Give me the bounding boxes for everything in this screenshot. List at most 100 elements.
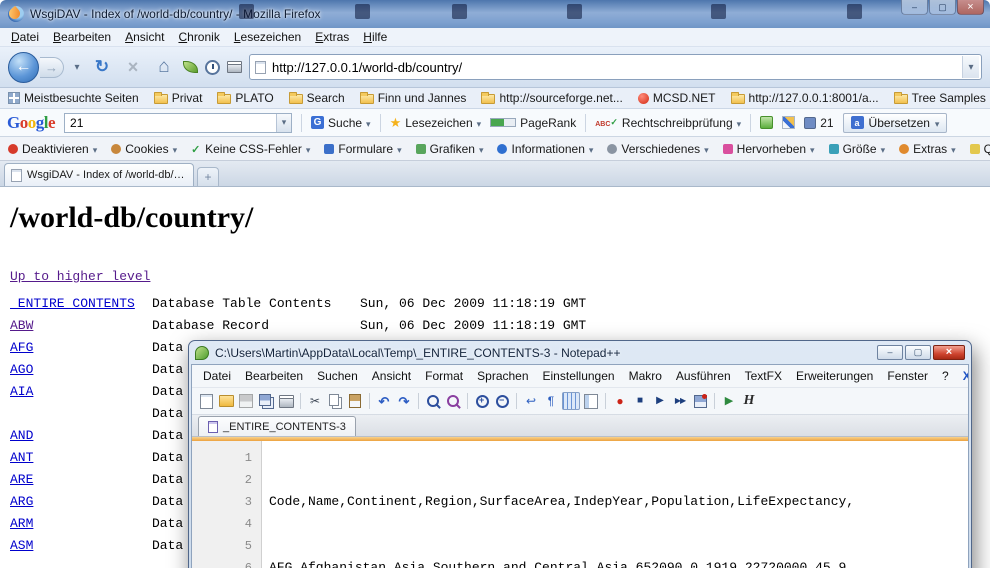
maximize-button[interactable]: [905, 345, 931, 360]
menu-chronik[interactable]: Chronik: [171, 29, 226, 45]
highlight-term-button[interactable]: 21: [804, 116, 833, 130]
play-macro-icon[interactable]: [651, 392, 669, 410]
entry-link[interactable]: AGO: [10, 362, 33, 377]
print-icon[interactable]: [227, 64, 242, 73]
home-button[interactable]: [152, 55, 176, 79]
notepadpp-window[interactable]: C:\Users\Martin\AppData\Local\Temp\_ENTI…: [188, 340, 972, 568]
new-tab-button[interactable]: [197, 167, 219, 186]
menu-hilfe[interactable]: Hilfe: [356, 29, 394, 45]
np-menu-einstellungen[interactable]: Einstellungen: [536, 367, 622, 385]
print-icon[interactable]: [277, 392, 295, 410]
maximize-button[interactable]: [929, 0, 956, 15]
zoom-out-icon[interactable]: [493, 392, 511, 410]
google-search-input[interactable]: [65, 116, 276, 130]
tab-wsgidav[interactable]: WsgiDAV - Index of /world-db/count...: [4, 163, 194, 186]
entry-link[interactable]: ARE: [10, 472, 33, 487]
entry-link[interactable]: ABW: [10, 318, 33, 333]
np-menu-fenster[interactable]: Fenster: [880, 367, 935, 385]
np-menu-datei[interactable]: Datei: [196, 367, 238, 385]
stop-macro-icon[interactable]: [631, 392, 649, 410]
forward-button[interactable]: [40, 57, 64, 78]
bookmark-tree-samples[interactable]: Tree Samples: [894, 91, 986, 105]
entry-link[interactable]: ANT: [10, 450, 33, 465]
firefox-titlebar[interactable]: WsgiDAV - Index of /world-db/country/ - …: [0, 0, 990, 28]
indent-guide-icon[interactable]: [562, 392, 580, 410]
cut-icon[interactable]: [306, 392, 324, 410]
urlbar-dropdown-button[interactable]: [962, 56, 979, 78]
np-menu-bearbeiten[interactable]: Bearbeiten: [238, 367, 310, 385]
zoom-in-icon[interactable]: [473, 392, 491, 410]
np-menu-ausfuehren[interactable]: Ausführen: [669, 367, 738, 385]
textfx-icon[interactable]: [740, 392, 758, 410]
np-menu-suchen[interactable]: Suchen: [310, 367, 365, 385]
redo-icon[interactable]: [395, 392, 413, 410]
bookmark-most-visited[interactable]: Meistbesuchte Seiten: [8, 91, 139, 105]
np-menu-close-x[interactable]: X: [956, 367, 969, 385]
webdev-cookies[interactable]: Cookies: [111, 142, 177, 156]
pagerank-button[interactable]: PageRank: [490, 116, 576, 130]
np-menu-textfx[interactable]: TextFX: [738, 367, 789, 385]
close-button[interactable]: [933, 345, 965, 360]
find-icon[interactable]: [424, 392, 442, 410]
history-clock-icon[interactable]: [205, 60, 220, 75]
google-search-box[interactable]: [64, 113, 292, 133]
stop-button[interactable]: [121, 55, 145, 79]
webdev-resize[interactable]: Größe: [829, 142, 886, 156]
run-icon[interactable]: [720, 392, 738, 410]
document-map-icon[interactable]: [582, 392, 600, 410]
entry-link[interactable]: ARM: [10, 516, 33, 531]
menu-lesezeichen[interactable]: Lesezeichen: [227, 29, 308, 45]
save-all-icon[interactable]: [257, 392, 275, 410]
google-bookmarks-button[interactable]: Lesezeichen: [390, 116, 482, 130]
webdev-view-source[interactable]: Quelltext: [970, 142, 990, 156]
history-dropdown-icon[interactable]: [71, 57, 83, 78]
feed-leaf-icon[interactable]: [183, 61, 198, 73]
np-menu-makro[interactable]: Makro: [622, 367, 669, 385]
open-file-icon[interactable]: [217, 392, 235, 410]
np-menu-sprachen[interactable]: Sprachen: [470, 367, 535, 385]
copy-icon[interactable]: [326, 392, 344, 410]
notepadpp-titlebar[interactable]: C:\Users\Martin\AppData\Local\Temp\_ENTI…: [189, 341, 971, 364]
bookmark-localhost-8001[interactable]: http://127.0.0.1:8001/a...: [731, 91, 879, 105]
np-menu-erweiterungen[interactable]: Erweiterungen: [789, 367, 880, 385]
code-text[interactable]: Code,Name,Continent,Region,SurfaceArea,I…: [262, 441, 968, 568]
webdev-miscellaneous[interactable]: Verschiedenes: [607, 142, 708, 156]
record-macro-icon[interactable]: [611, 392, 629, 410]
entry-link[interactable]: AIA: [10, 384, 33, 399]
minimize-button[interactable]: [901, 0, 928, 15]
undo-icon[interactable]: [375, 392, 393, 410]
search-dropdown-button[interactable]: [276, 114, 291, 132]
bookmark-search[interactable]: Search: [289, 91, 345, 105]
url-input[interactable]: [266, 60, 962, 75]
word-wrap-icon[interactable]: [522, 392, 540, 410]
menu-extras[interactable]: Extras: [308, 29, 356, 45]
new-file-icon[interactable]: [197, 392, 215, 410]
webdev-outline[interactable]: Hervorheben: [723, 142, 815, 156]
url-bar[interactable]: [249, 54, 982, 80]
menu-bearbeiten[interactable]: Bearbeiten: [46, 29, 118, 45]
entry-link[interactable]: AFG: [10, 340, 33, 355]
np-menu-format[interactable]: Format: [418, 367, 470, 385]
minimize-button[interactable]: [877, 345, 903, 360]
entry-link[interactable]: ARG: [10, 494, 33, 509]
save-macro-icon[interactable]: [691, 392, 709, 410]
translate-button[interactable]: Übersetzen: [843, 113, 948, 133]
highlighter-icon[interactable]: [782, 116, 795, 129]
close-button[interactable]: [957, 0, 984, 15]
editor-area[interactable]: 1 2 3 4 5 6 Code,Name,Continent,Region,S…: [192, 441, 968, 568]
paste-icon[interactable]: [346, 392, 364, 410]
show-symbols-icon[interactable]: [542, 392, 560, 410]
bookmark-finn-und-jannes[interactable]: Finn und Jannes: [360, 91, 467, 105]
menu-datei[interactable]: Datei: [4, 29, 46, 45]
bookmark-plato[interactable]: PLATO: [217, 91, 273, 105]
webdev-css[interactable]: Keine CSS-Fehler: [191, 142, 310, 156]
refresh-button[interactable]: [90, 55, 114, 79]
entry-link[interactable]: AND: [10, 428, 33, 443]
bookmark-sourceforge[interactable]: http://sourceforge.net...: [481, 91, 622, 105]
spellcheck-button[interactable]: Rechtschreibprüfung: [595, 116, 741, 130]
entry-link[interactable]: ASM: [10, 538, 33, 553]
run-macro-multiple-icon[interactable]: [671, 392, 689, 410]
bookmark-privat[interactable]: Privat: [154, 91, 203, 105]
webdev-information[interactable]: Informationen: [497, 142, 593, 156]
save-icon[interactable]: [237, 392, 255, 410]
